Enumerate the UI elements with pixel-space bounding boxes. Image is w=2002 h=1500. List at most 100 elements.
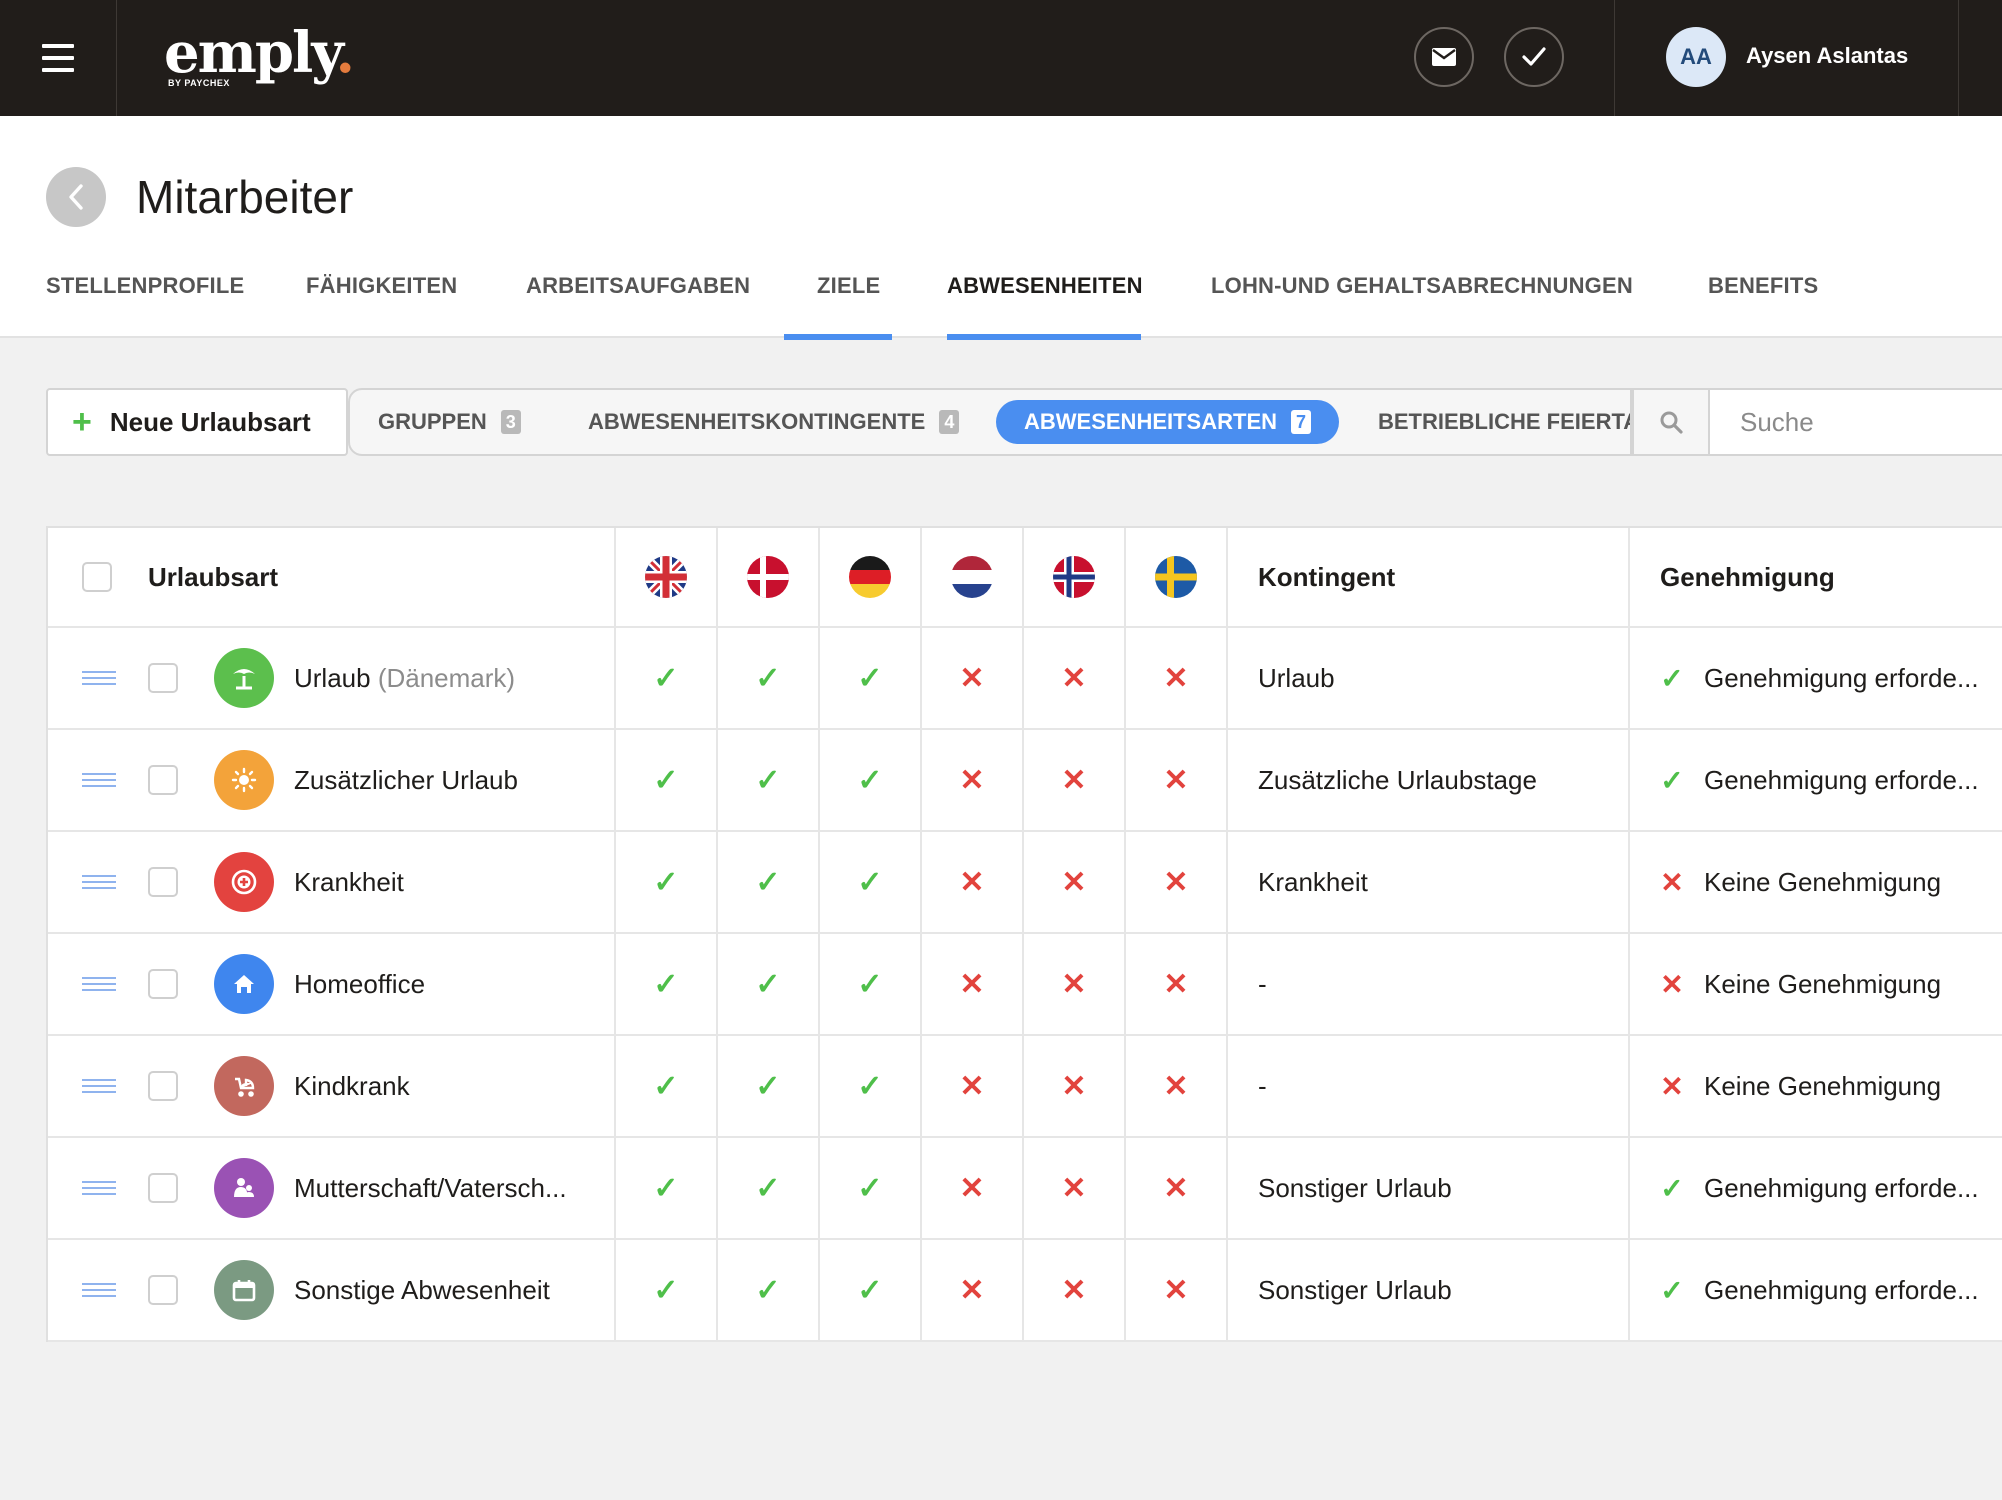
parent-child-icon [214, 1158, 274, 1218]
check-icon: ✓ [857, 865, 883, 899]
table-row[interactable]: Krankheit ✓ ✓ ✓ ✕ ✕ ✕ Krankheit ✕ Keine G… [48, 832, 2002, 934]
approval-value: Keine Genehmigung [1704, 968, 1942, 999]
approval-status-mark: ✓ [1660, 1172, 1684, 1204]
leave-type-label: Mutterschaft/Vatersch... [294, 1172, 567, 1203]
tab-benefits[interactable]: BENEFITS [1708, 266, 1818, 338]
leave-type-name[interactable]: Zusätzlicher Urlaub [294, 765, 518, 796]
row-checkbox[interactable] [148, 1071, 178, 1101]
new-leave-type-button[interactable]: + Neue Urlaubsart [46, 388, 348, 456]
drag-handle-icon[interactable] [82, 671, 116, 685]
uk-availability-cell: ✓ [616, 1036, 716, 1136]
drag-handle-icon[interactable] [82, 1079, 116, 1093]
table-row[interactable]: Urlaub (Dänemark) ✓ ✓ ✓ ✕ ✕ ✕ Urlaub ✓ Ge… [48, 628, 2002, 730]
table-row[interactable]: Sonstige Abwesenheit ✓ ✓ ✓ ✕ ✕ ✕ Sonstig… [48, 1240, 2002, 1342]
palm-tree-icon [214, 648, 274, 708]
header-kontingent[interactable]: Kontingent [1258, 528, 1395, 626]
cross-icon: ✕ [1061, 967, 1087, 1001]
drag-handle-icon[interactable] [82, 875, 116, 889]
netherlands-availability-cell: ✕ [922, 1240, 1022, 1340]
leave-type-name[interactable]: Kindkrank [294, 1071, 410, 1102]
row-checkbox[interactable] [148, 663, 178, 693]
emply-logo[interactable]: emply. BY PAYCHEX [164, 18, 355, 88]
tab-label: ABWESENHEITEN [947, 273, 1143, 298]
filter-tab-abwesenheitsarten[interactable]: ABWESENHEITSARTEN 7 [996, 400, 1340, 444]
contingent-value: Sonstiger Urlaub [1258, 1172, 1452, 1203]
cross-icon: ✕ [1061, 865, 1087, 899]
table-row[interactable]: Mutterschaft/Vatersch... ✓ ✓ ✓ ✕ ✕ ✕ Son… [48, 1138, 2002, 1240]
approval-cell: ✓ Genehmigung erforde... [1660, 730, 1978, 830]
cross-icon: ✕ [959, 1273, 985, 1307]
row-select-cell [148, 1036, 178, 1136]
row-checkbox[interactable] [148, 969, 178, 999]
table-row[interactable]: Kindkrank ✓ ✓ ✓ ✕ ✕ ✕ - ✕ Keine Genehmigu… [48, 1036, 2002, 1138]
messages-button[interactable] [1414, 27, 1474, 87]
avatar[interactable]: AA [1666, 27, 1726, 87]
tab-abwesenheiten[interactable]: ABWESENHEITEN [947, 266, 1143, 340]
drag-handle-icon[interactable] [82, 1283, 116, 1297]
leave-type-name[interactable]: Homeoffice [294, 969, 425, 1000]
row-select-cell [148, 1138, 178, 1238]
uk-flag-header [616, 528, 716, 626]
drag-handle-icon[interactable] [82, 977, 116, 991]
cross-icon: ✕ [1163, 1273, 1189, 1307]
drag-handle-icon[interactable] [82, 773, 116, 787]
table-row[interactable]: Homeoffice ✓ ✓ ✓ ✕ ✕ ✕ - ✕ Keine Genehmig… [48, 934, 2002, 1036]
contingent-cell: Sonstiger Urlaub [1258, 1138, 1452, 1238]
header-urlaubsart[interactable]: Urlaubsart [148, 528, 278, 626]
tasks-button[interactable] [1504, 27, 1564, 87]
leave-type-name[interactable]: Mutterschaft/Vatersch... [294, 1173, 567, 1204]
check-icon: ✓ [653, 763, 679, 797]
drag-handle-cell [82, 1138, 116, 1238]
approval-cell: ✕ Keine Genehmigung [1660, 1036, 1941, 1136]
user-name[interactable]: Aysen Aslantas [1746, 43, 1908, 69]
tab-arbeitsaufgaben[interactable]: ARBEITSAUFGABEN [526, 266, 750, 338]
check-icon: ✓ [755, 865, 781, 899]
tab-lohn-und-gehaltsabrechnungen[interactable]: LOHN-UND GEHALTSABRECHNUNGEN [1211, 266, 1633, 338]
denmark-availability-cell: ✓ [718, 730, 818, 830]
cross-icon: ✕ [1061, 1069, 1087, 1103]
tab-faehigkeiten[interactable]: FÄHIGKEITEN [306, 266, 457, 338]
home-icon [214, 954, 274, 1014]
norway-availability-cell: ✕ [1024, 1036, 1124, 1136]
netherlands-availability-cell: ✕ [922, 628, 1022, 728]
filter-tab-label: GRUPPEN [378, 409, 487, 434]
row-checkbox[interactable] [148, 1275, 178, 1305]
menu-icon[interactable] [0, 0, 117, 116]
cross-icon: ✕ [959, 661, 985, 695]
leave-type-name[interactable]: Urlaub (Dänemark) [294, 663, 515, 694]
table-row[interactable]: Zusätzlicher Urlaub ✓ ✓ ✓ ✕ ✕ ✕ Zusätzli… [48, 730, 2002, 832]
approval-status-mark: ✓ [1660, 662, 1684, 694]
header-genehmigung[interactable]: Genehmigung [1660, 528, 1835, 626]
filter-tab-betriebliche-feiertage[interactable]: BETRIEBLICHE FEIERTA [1350, 400, 1630, 444]
count-badge: 3 [500, 410, 521, 434]
filter-tab-abwesenheitskontingente[interactable]: ABWESENHEITSKONTINGENTE 4 [560, 400, 987, 444]
tab-label: ARBEITSAUFGABEN [526, 273, 751, 298]
check-icon: ✓ [653, 1069, 679, 1103]
cross-icon: ✕ [1061, 661, 1087, 695]
search-icon [1660, 411, 1683, 434]
select-all-checkbox[interactable] [82, 562, 112, 592]
leave-type-name[interactable]: Krankheit [294, 867, 404, 898]
row-checkbox[interactable] [148, 765, 178, 795]
approval-value: Genehmigung erforde... [1704, 1274, 1979, 1305]
tab-ziele[interactable]: ZIELE [784, 266, 892, 340]
norway-availability-cell: ✕ [1024, 934, 1124, 1034]
back-button[interactable] [46, 167, 106, 227]
row-checkbox[interactable] [148, 1173, 178, 1203]
row-select-cell [148, 832, 178, 932]
search-input[interactable] [1708, 388, 2002, 456]
sweden-flag-icon [1155, 556, 1197, 598]
medical-cross-icon [214, 852, 274, 912]
cross-icon: ✕ [1163, 1171, 1189, 1205]
row-checkbox[interactable] [148, 867, 178, 897]
leave-type-name[interactable]: Sonstige Abwesenheit [294, 1275, 550, 1306]
norway-availability-cell: ✕ [1024, 730, 1124, 830]
tab-stellenprofile[interactable]: STELLENPROFILE [46, 266, 244, 338]
drag-handle-cell [82, 832, 116, 932]
contingent-cell: - [1258, 934, 1267, 1034]
drag-handle-icon[interactable] [82, 1181, 116, 1195]
germany-availability-cell: ✓ [820, 1138, 920, 1238]
filter-tab-gruppen[interactable]: GRUPPEN 3 [350, 400, 549, 444]
denmark-availability-cell: ✓ [718, 1240, 818, 1340]
approval-value: Genehmigung erforde... [1704, 662, 1979, 693]
